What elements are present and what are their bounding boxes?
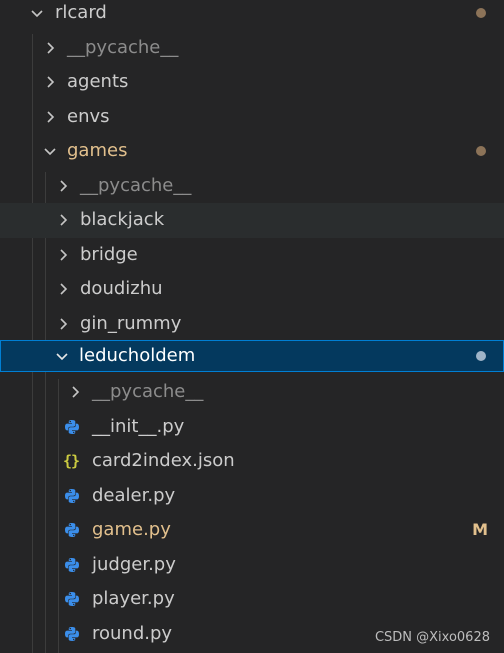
tree-folder-doudizhu[interactable]: doudizhu xyxy=(0,272,504,307)
python-icon xyxy=(64,626,80,642)
tree-file-init-py[interactable]: __init__.py xyxy=(0,410,504,445)
python-icon xyxy=(64,591,80,607)
tree-folder-pycache[interactable]: __pycache__ xyxy=(0,169,504,204)
chevron-right-icon xyxy=(42,109,58,125)
tree-file-dealer-py[interactable]: dealer.py xyxy=(0,479,504,514)
chevron-right-icon xyxy=(55,212,71,228)
file-label: player.py xyxy=(92,588,175,609)
changes-dot-icon xyxy=(476,146,486,156)
file-label: dealer.py xyxy=(92,484,176,506)
tree-folder-envs[interactable]: envs xyxy=(0,100,504,135)
folder-label: blackjack xyxy=(80,209,165,230)
folder-label: agents xyxy=(67,71,129,92)
git-modified-badge: M xyxy=(472,520,488,539)
folder-label: games xyxy=(67,140,128,161)
folder-label: leducholdem xyxy=(79,345,196,366)
file-label: __init__.py xyxy=(92,415,185,437)
chevron-down-icon xyxy=(42,143,58,159)
tree-folder-leducholdem[interactable]: leducholdem xyxy=(0,340,504,372)
python-icon xyxy=(64,488,80,504)
chevron-right-icon xyxy=(42,40,58,56)
tree-folder-pycache[interactable]: __pycache__ xyxy=(0,375,504,410)
file-label: game.py xyxy=(92,519,171,540)
tree-file-player-py[interactable]: player.py xyxy=(0,582,504,617)
file-label: card2index.json xyxy=(92,450,235,471)
folder-label: doudizhu xyxy=(80,278,163,299)
folder-label: __pycache__ xyxy=(67,36,179,58)
changes-dot-icon xyxy=(476,8,486,18)
chevron-right-icon xyxy=(67,384,83,400)
file-label: round.py xyxy=(92,622,173,644)
python-icon xyxy=(64,557,80,573)
file-explorer: rlcard __pycache__ agents envs games __p… xyxy=(0,0,504,653)
tree-folder-gin-rummy[interactable]: gin_rummy xyxy=(0,307,504,342)
watermark: CSDN @Xixo0628 xyxy=(374,630,490,645)
tree-folder-bridge[interactable]: bridge xyxy=(0,238,504,273)
chevron-right-icon xyxy=(55,316,71,332)
tree-file-card2index-json[interactable]: {} card2index.json xyxy=(0,444,504,479)
tree-file-judger-py[interactable]: judger.py xyxy=(0,548,504,583)
chevron-right-icon xyxy=(55,178,71,194)
tree-folder-blackjack[interactable]: blackjack xyxy=(0,203,504,238)
python-icon xyxy=(64,419,80,435)
folder-label: gin_rummy xyxy=(80,312,182,334)
folder-label: __pycache__ xyxy=(80,174,192,196)
folder-label: rlcard xyxy=(55,2,107,23)
folder-label: envs xyxy=(67,105,110,127)
tree-folder-games[interactable]: games xyxy=(0,134,504,169)
folder-label: __pycache__ xyxy=(92,381,204,402)
changes-dot-icon xyxy=(476,351,486,361)
chevron-down-icon xyxy=(29,5,45,21)
python-icon xyxy=(64,522,80,538)
tree-folder-rlcard[interactable]: rlcard xyxy=(0,0,504,31)
folder-label: bridge xyxy=(80,243,138,265)
tree-file-game-py[interactable]: game.py M xyxy=(0,513,504,548)
chevron-right-icon xyxy=(55,281,71,297)
tree-folder-pycache[interactable]: __pycache__ xyxy=(0,31,504,66)
tree-folder-agents[interactable]: agents xyxy=(0,65,504,100)
chevron-right-icon xyxy=(42,74,58,90)
json-icon: {} xyxy=(63,452,80,470)
chevron-down-icon xyxy=(54,348,70,364)
chevron-right-icon xyxy=(55,247,71,263)
file-label: judger.py xyxy=(92,553,176,575)
